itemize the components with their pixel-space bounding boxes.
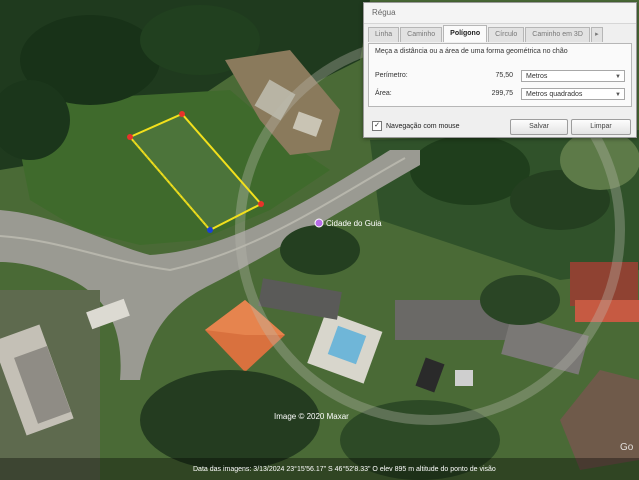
measure-description: Meça a distância ou a área de uma forma … (375, 48, 568, 55)
tab-polygon[interactable]: Polígono (443, 25, 488, 42)
tab-line[interactable]: Linha (368, 27, 400, 42)
clear-button[interactable]: Limpar (571, 119, 631, 135)
perimeter-unit-select[interactable]: Metros ▼ (521, 70, 625, 82)
polygon-vertex[interactable] (179, 111, 185, 117)
area-unit: Metros quadrados (526, 91, 583, 98)
area-label: Área: (375, 90, 392, 97)
tab-path[interactable]: Caminho (400, 27, 443, 42)
mouse-navigation-label: Navegação com mouse (386, 122, 460, 130)
perimeter-value: 75,50 (495, 72, 513, 79)
ruler-dialog: Régua Linha Caminho Polígono Círculo Cam… (363, 2, 637, 138)
polygon-vertex[interactable] (127, 134, 133, 140)
dialog-title[interactable]: Régua (364, 3, 636, 24)
polygon-last-vertex[interactable] (207, 227, 213, 233)
perimeter-label: Perímetro: (375, 72, 408, 79)
tab-circle[interactable]: Círculo (488, 27, 525, 42)
mouse-navigation-checkbox[interactable]: ✓ (372, 121, 382, 131)
perimeter-unit: Metros (526, 73, 548, 80)
area-value: 299,75 (491, 90, 513, 97)
polygon-panel: Meça a distância ou a área de uma forma … (368, 43, 632, 107)
tabs-scroll-right-icon[interactable]: ▸ (590, 27, 603, 42)
place-label[interactable]: Cidade do Guia (326, 219, 382, 228)
chevron-down-icon: ▼ (615, 92, 621, 98)
place-pin-icon[interactable] (314, 218, 324, 228)
mouse-navigation-option[interactable]: ✓ Navegação com mouse (372, 121, 460, 131)
imagery-copyright: Image © 2020 Maxar (274, 412, 349, 421)
chevron-down-icon: ▼ (615, 74, 621, 80)
save-button[interactable]: Salvar (510, 119, 568, 135)
tab-3d-path[interactable]: Caminho em 3D (525, 27, 590, 42)
measure-tabs: Linha Caminho Polígono Círculo Caminho e… (368, 25, 604, 43)
polygon-vertex[interactable] (258, 201, 264, 207)
google-logo: Go (620, 442, 634, 453)
status-bar: Data das imagens: 3/13/2024 23°15'56.17"… (193, 465, 496, 473)
area-unit-select[interactable]: Metros quadrados ▼ (521, 88, 625, 100)
